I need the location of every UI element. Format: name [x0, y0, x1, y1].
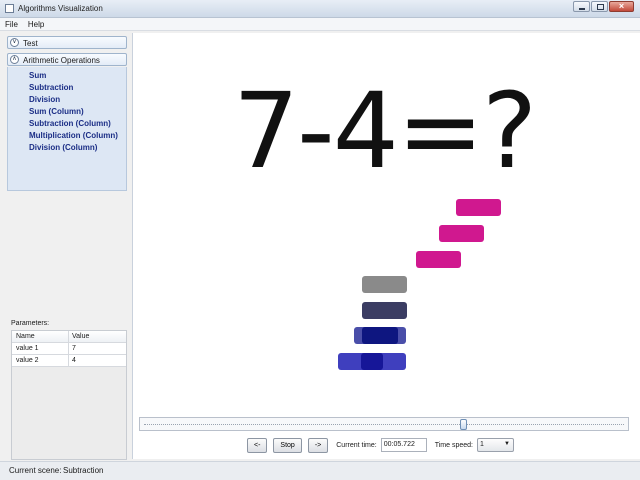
column-divider	[68, 331, 69, 343]
timeline-slider[interactable]	[139, 417, 629, 431]
app-window: Algorithms Visualization × File Help ∨ T…	[0, 0, 640, 480]
dropdown-arrow-icon: ▼	[504, 441, 510, 447]
pink-block	[456, 199, 501, 216]
visualization-canvas: 7-4=? <- Stop -> Current time: 00:05.722…	[132, 33, 640, 459]
sidebar: ∨ Test ∧ Arithmetic Operations Sum Subtr…	[5, 34, 129, 460]
expand-down-icon: ∨	[10, 38, 19, 47]
grid-header: Name Value	[12, 331, 126, 343]
param-name: value 1	[16, 345, 39, 352]
operation-subtraction-column[interactable]: Subtraction (Column)	[29, 119, 111, 128]
maximize-icon	[597, 4, 604, 10]
blocks-scene	[338, 199, 501, 370]
table-row[interactable]: value 2 4	[12, 355, 126, 367]
close-icon: ×	[618, 1, 625, 11]
timeline-track	[144, 424, 624, 425]
back-button[interactable]: <-	[247, 437, 268, 453]
menu-bar: File Help	[0, 18, 640, 31]
operation-subtraction[interactable]: Subtraction	[29, 83, 73, 92]
pink-block	[439, 225, 484, 242]
status-label: Current scene:	[9, 466, 62, 475]
operation-sum[interactable]: Sum	[29, 71, 46, 80]
param-name: value 2	[16, 357, 39, 364]
maximize-button[interactable]	[591, 1, 608, 12]
operation-division[interactable]: Division	[29, 95, 60, 104]
app-icon	[5, 4, 14, 13]
parameters-label: Parameters:	[11, 320, 50, 327]
menu-help[interactable]: Help	[23, 18, 49, 30]
menu-file[interactable]: File	[0, 18, 23, 30]
forward-button[interactable]: ->	[307, 437, 329, 453]
time-speed-label: Time speed:	[434, 441, 473, 449]
gray-block	[362, 276, 407, 293]
current-scene-value: Subtraction	[63, 466, 104, 475]
blue-block-overlap	[361, 353, 383, 370]
stop-button[interactable]: Stop	[273, 437, 302, 453]
column-divider	[68, 343, 69, 355]
timeline-thumb[interactable]	[460, 419, 468, 430]
expander-test[interactable]: ∨ Test	[7, 36, 127, 49]
param-value[interactable]: 7	[72, 345, 76, 352]
column-header-value[interactable]: Value	[72, 333, 89, 340]
operation-sum-column[interactable]: Sum (Column)	[29, 107, 84, 116]
current-time-field[interactable]: 00:05.722	[380, 438, 427, 452]
close-button[interactable]: ×	[609, 1, 634, 12]
column-divider	[68, 355, 69, 367]
param-value[interactable]: 4	[72, 357, 76, 364]
column-header-name[interactable]: Name	[16, 333, 35, 340]
time-speed-value: 1	[479, 441, 484, 448]
parameters-grid: Name Value value 1 7 value 2 4	[11, 330, 127, 460]
navy-block-overlap	[362, 327, 398, 344]
expander-label: Test	[23, 39, 38, 48]
collapse-up-icon: ∧	[10, 55, 19, 64]
window-controls: ×	[572, 1, 634, 12]
status-bar: Current scene: Subtraction	[0, 461, 640, 480]
slate-block	[362, 302, 407, 319]
pink-block	[416, 251, 461, 268]
title-bar: Algorithms Visualization ×	[0, 0, 640, 18]
minimize-button[interactable]	[573, 1, 590, 12]
table-row[interactable]: value 1 7	[12, 343, 126, 355]
operation-multiplication-column[interactable]: Multiplication (Column)	[29, 131, 118, 140]
window-title: Algorithms Visualization	[18, 4, 103, 13]
expander-arithmetic-operations[interactable]: ∧ Arithmetic Operations	[7, 53, 127, 66]
playback-controls: <- Stop -> Current time: 00:05.722 Time …	[247, 437, 514, 453]
current-time-label: Current time:	[336, 441, 377, 449]
minimize-icon	[579, 8, 585, 10]
operation-division-column[interactable]: Division (Column)	[29, 143, 97, 152]
operations-list: Sum Subtraction Division Sum (Column) Su…	[7, 67, 127, 191]
time-speed-select[interactable]: 1 ▼	[476, 438, 514, 452]
expander-label: Arithmetic Operations	[23, 56, 100, 65]
